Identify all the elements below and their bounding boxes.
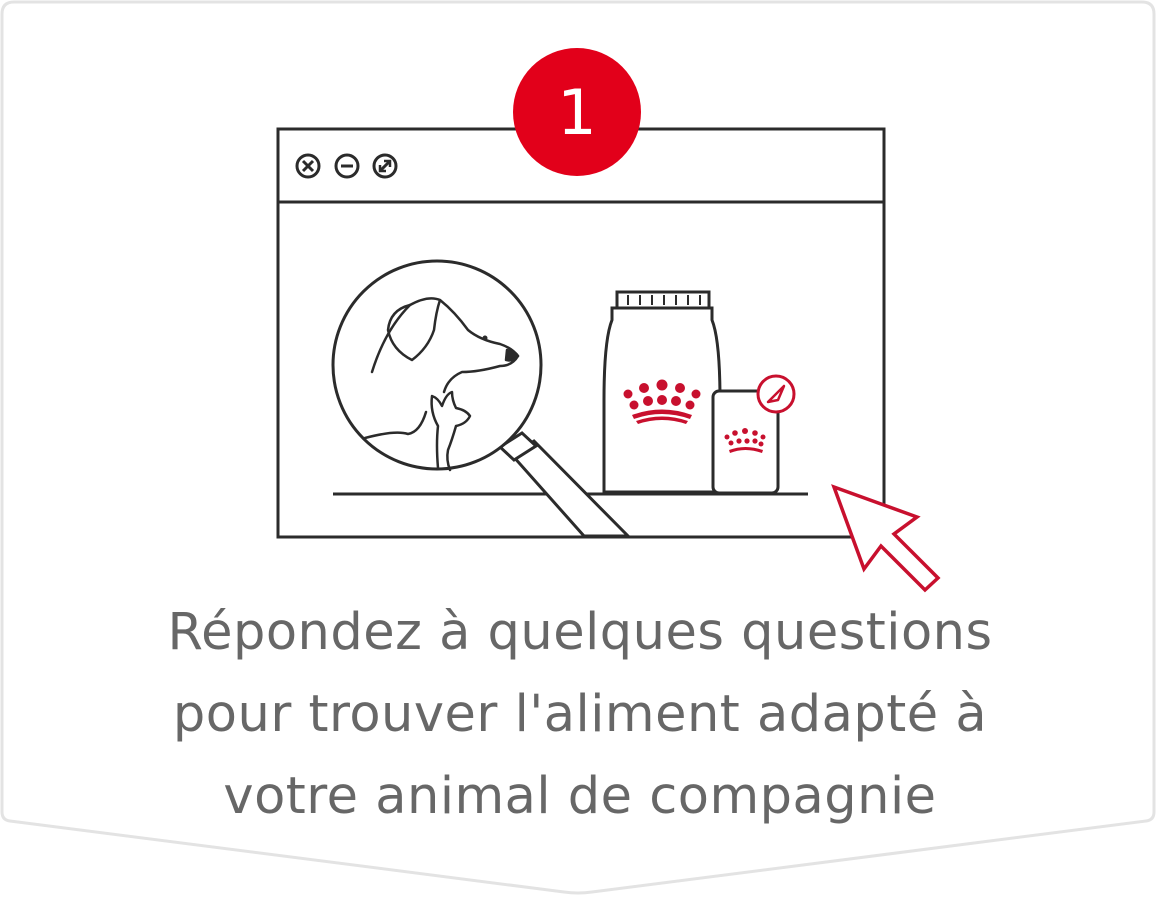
step-number-badge: 1 <box>513 48 641 176</box>
food-bag-icon <box>602 290 722 494</box>
step-card: 1 Répondez à quelques questions pour tro… <box>0 0 1156 900</box>
